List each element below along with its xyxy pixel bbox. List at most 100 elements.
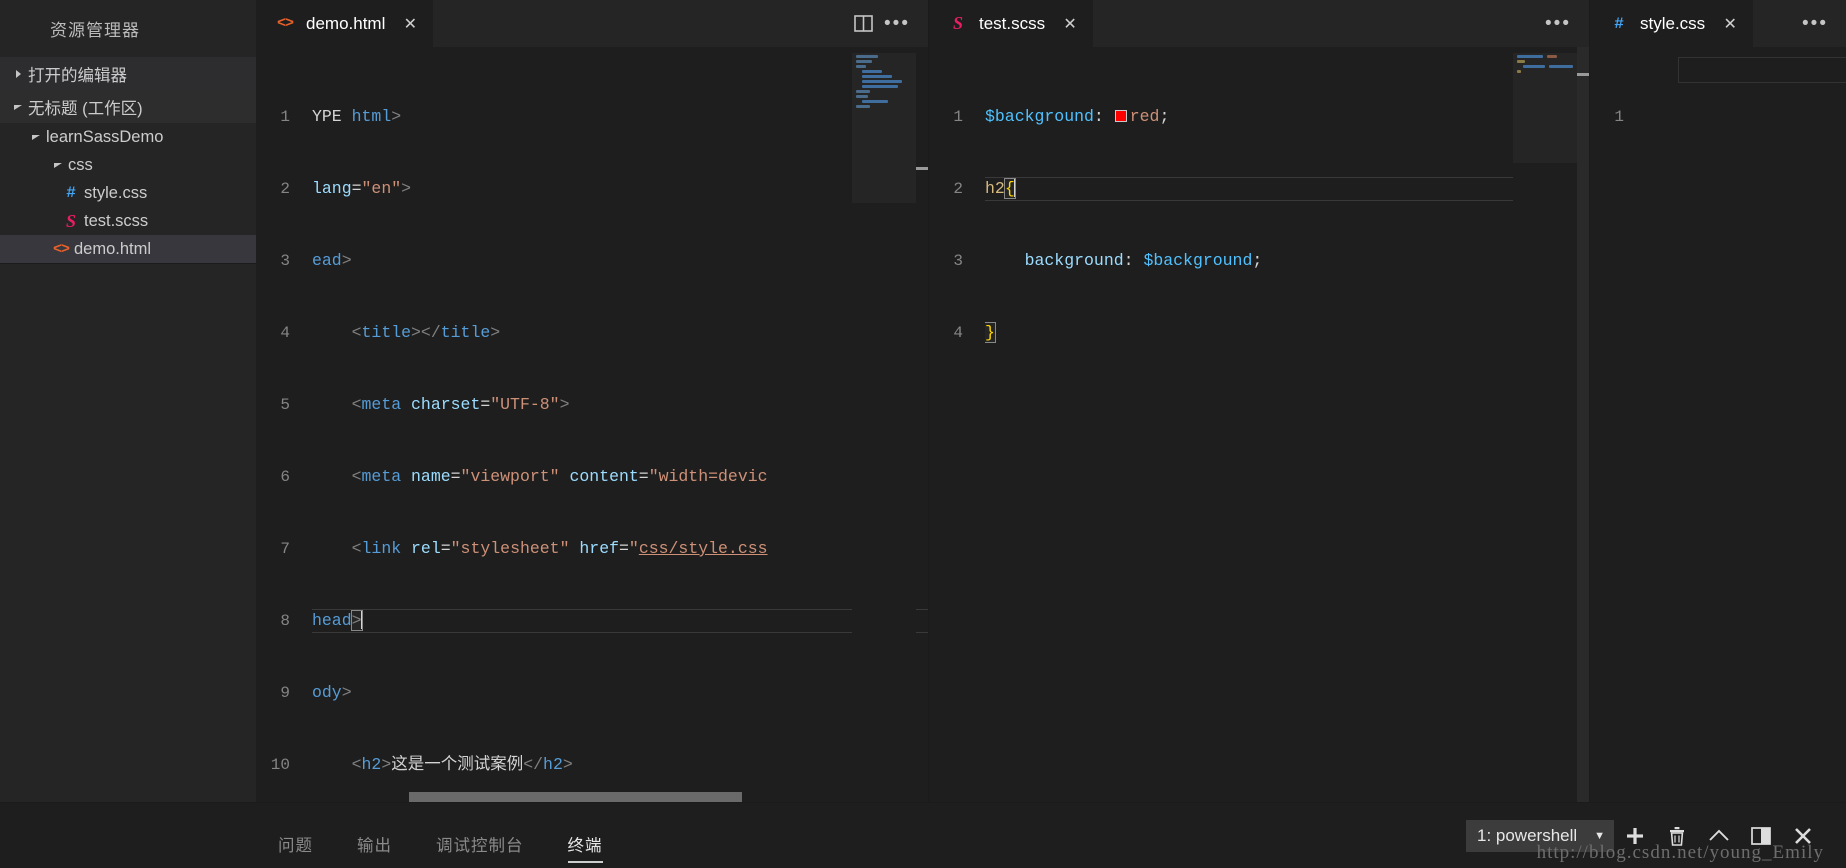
- line-content: <meta charset="UTF-8">: [312, 395, 570, 414]
- tree-item-css-folder[interactable]: css: [0, 151, 256, 179]
- tree-item-style-css[interactable]: # style.css: [0, 179, 256, 207]
- more-actions-icon[interactable]: •••: [1798, 7, 1832, 41]
- line-content: lang="en">: [312, 179, 412, 198]
- section-workspace-label: 无标题 (工作区): [28, 99, 143, 118]
- trash-icon[interactable]: [1656, 815, 1698, 857]
- line-content: YPE html>: [312, 107, 402, 126]
- chevron-down-icon: [26, 127, 46, 147]
- code-editor-css[interactable]: 1: [1590, 47, 1846, 802]
- editor-group-scss: S test.scss ✕ ••• 1 $background: red; 2 h2…: [929, 0, 1589, 802]
- split-panel-icon[interactable]: [1740, 815, 1782, 857]
- new-terminal-icon[interactable]: [1614, 815, 1656, 857]
- tree-item-label: demo.html: [74, 239, 152, 258]
- code-line: 5 <meta charset="UTF-8">: [256, 393, 928, 417]
- editor-group-css: # style.css ✕ ••• 1: [1590, 0, 1846, 802]
- line-number: 1: [1614, 108, 1624, 126]
- code-lines-scss: 1 $background: red; 2 h2{ 3 background: $b…: [929, 47, 1589, 802]
- code-line-active: 8 head>: [256, 609, 928, 633]
- chevron-down-icon: [8, 97, 28, 117]
- panel-bar: 问题 输出 调试控制台 终端 1: powershell ▼ http://bl…: [0, 802, 1846, 868]
- line-number: 4: [953, 324, 963, 342]
- chevron-up-icon[interactable]: [1698, 815, 1740, 857]
- tree-item-label: test.scss: [84, 211, 149, 230]
- close-icon[interactable]: ✕: [1059, 13, 1081, 35]
- tree-item-demo-html[interactable]: <> demo.html: [0, 235, 256, 263]
- tabs-filler: [434, 0, 846, 47]
- section-workspace[interactable]: 无标题 (工作区): [0, 90, 256, 123]
- close-icon[interactable]: ✕: [1719, 13, 1741, 35]
- more-actions-icon[interactable]: •••: [880, 7, 914, 41]
- line-number: 5: [280, 396, 290, 414]
- line-number: 7: [280, 540, 290, 558]
- panel-tab-terminal[interactable]: 终端: [546, 837, 625, 863]
- explorer-title: 资源管理器: [50, 21, 140, 40]
- tab-demo-html[interactable]: <> demo.html ✕: [256, 0, 435, 47]
- tab-label: demo.html: [306, 13, 386, 33]
- line-number: 9: [280, 684, 290, 702]
- line-content: <link rel="stylesheet" href="css/style.c…: [312, 539, 768, 558]
- tab-style-css[interactable]: # style.css ✕: [1590, 0, 1755, 47]
- tree-item-label: style.css: [84, 183, 148, 202]
- line-content: }: [985, 322, 996, 343]
- chevron-down-icon: [48, 155, 68, 175]
- code-line: 3 background: $background;: [929, 249, 1589, 273]
- code-editor-html[interactable]: 1 YPE html> 2 lang="en"> 3 ead> 4 <title></…: [256, 47, 928, 802]
- tabs-bar-css: # style.css ✕ •••: [1590, 0, 1846, 47]
- tab-test-scss[interactable]: S test.scss ✕: [929, 0, 1095, 47]
- split-editor-icon[interactable]: [846, 7, 880, 41]
- line-number: 10: [270, 756, 290, 774]
- panel-tab-debug-console[interactable]: 调试控制台: [414, 837, 546, 855]
- code-editor-scss[interactable]: 1 $background: red; 2 h2{ 3 background: $b…: [929, 47, 1589, 802]
- code-line: 1 YPE html>: [256, 105, 928, 129]
- close-icon[interactable]: ✕: [399, 13, 421, 35]
- section-open-editors-label: 打开的编辑器: [28, 66, 127, 85]
- close-panel-icon[interactable]: [1782, 815, 1824, 857]
- editor-group-html: <> demo.html ✕ ••• 1 YPE html> 2 lang="e…: [256, 0, 928, 802]
- line-number: 1: [280, 108, 290, 126]
- code-line: 6 <meta name="viewport" content="width=d…: [256, 465, 928, 489]
- code-line: 1 $background: red;: [929, 105, 1589, 129]
- scss-file-icon: S: [65, 210, 76, 231]
- tabs-filler: [1094, 0, 1541, 47]
- tree-item-learnsassdemo[interactable]: learnSassDemo: [0, 123, 256, 151]
- text-caret: [1013, 177, 1016, 197]
- line-content: head>: [312, 609, 363, 631]
- line-number: 8: [280, 612, 290, 630]
- line-number: 2: [953, 180, 963, 198]
- tabs-bar-html: <> demo.html ✕ •••: [256, 0, 928, 47]
- tabs-filler: [1754, 0, 1798, 47]
- editor-vertical-scrollbar-html[interactable]: [916, 47, 928, 802]
- line-number: 4: [280, 324, 290, 342]
- tab-label: test.scss: [979, 13, 1046, 33]
- css-file-icon: #: [66, 184, 76, 202]
- panel-actions: 1: powershell ▼: [1466, 815, 1846, 857]
- code-line: 4}: [929, 321, 1589, 345]
- panel-tab-output[interactable]: 输出: [335, 837, 414, 855]
- line-number: 1: [953, 108, 963, 126]
- code-lines-html: 1 YPE html> 2 lang="en"> 3 ead> 4 <title></…: [256, 47, 928, 802]
- more-actions-icon[interactable]: •••: [1541, 7, 1575, 41]
- editor-vertical-scrollbar-scss[interactable]: [1577, 47, 1589, 802]
- explorer-sidebar: 资源管理器 打开的编辑器 无标题 (工作区) learnSassDemo css…: [0, 0, 256, 802]
- line-content: <h2>这是一个测试案例</h2>: [312, 755, 573, 774]
- scss-file-icon: S: [952, 13, 963, 33]
- line-content: ead>: [312, 251, 352, 270]
- code-line: 10 <h2>这是一个测试案例</h2>: [256, 753, 928, 777]
- terminal-select[interactable]: 1: powershell ▼: [1466, 819, 1614, 852]
- code-line: 1: [1590, 105, 1846, 129]
- line-content: $background: red;: [985, 107, 1170, 126]
- section-open-editors[interactable]: 打开的编辑器: [0, 57, 256, 90]
- line-content: <meta name="viewport" content="width=dev…: [312, 467, 768, 486]
- line-content: ody>: [312, 683, 352, 702]
- line-number: 3: [280, 252, 290, 270]
- tabs-bar-scss: S test.scss ✕ •••: [929, 0, 1589, 47]
- panel-tab-problems[interactable]: 问题: [256, 837, 335, 855]
- css-file-icon: #: [1614, 14, 1624, 33]
- line-content: h2{: [985, 177, 1016, 199]
- tree-item-test-scss[interactable]: S test.scss: [0, 207, 256, 235]
- code-line-active: 2 h2{: [929, 177, 1589, 201]
- editor-horizontal-scrollbar-html[interactable]: [312, 792, 850, 802]
- html-file-icon: <>: [52, 240, 70, 258]
- panel-tabs: 问题 输出 调试控制台 终端: [256, 803, 625, 868]
- color-swatch[interactable]: [1114, 110, 1127, 122]
